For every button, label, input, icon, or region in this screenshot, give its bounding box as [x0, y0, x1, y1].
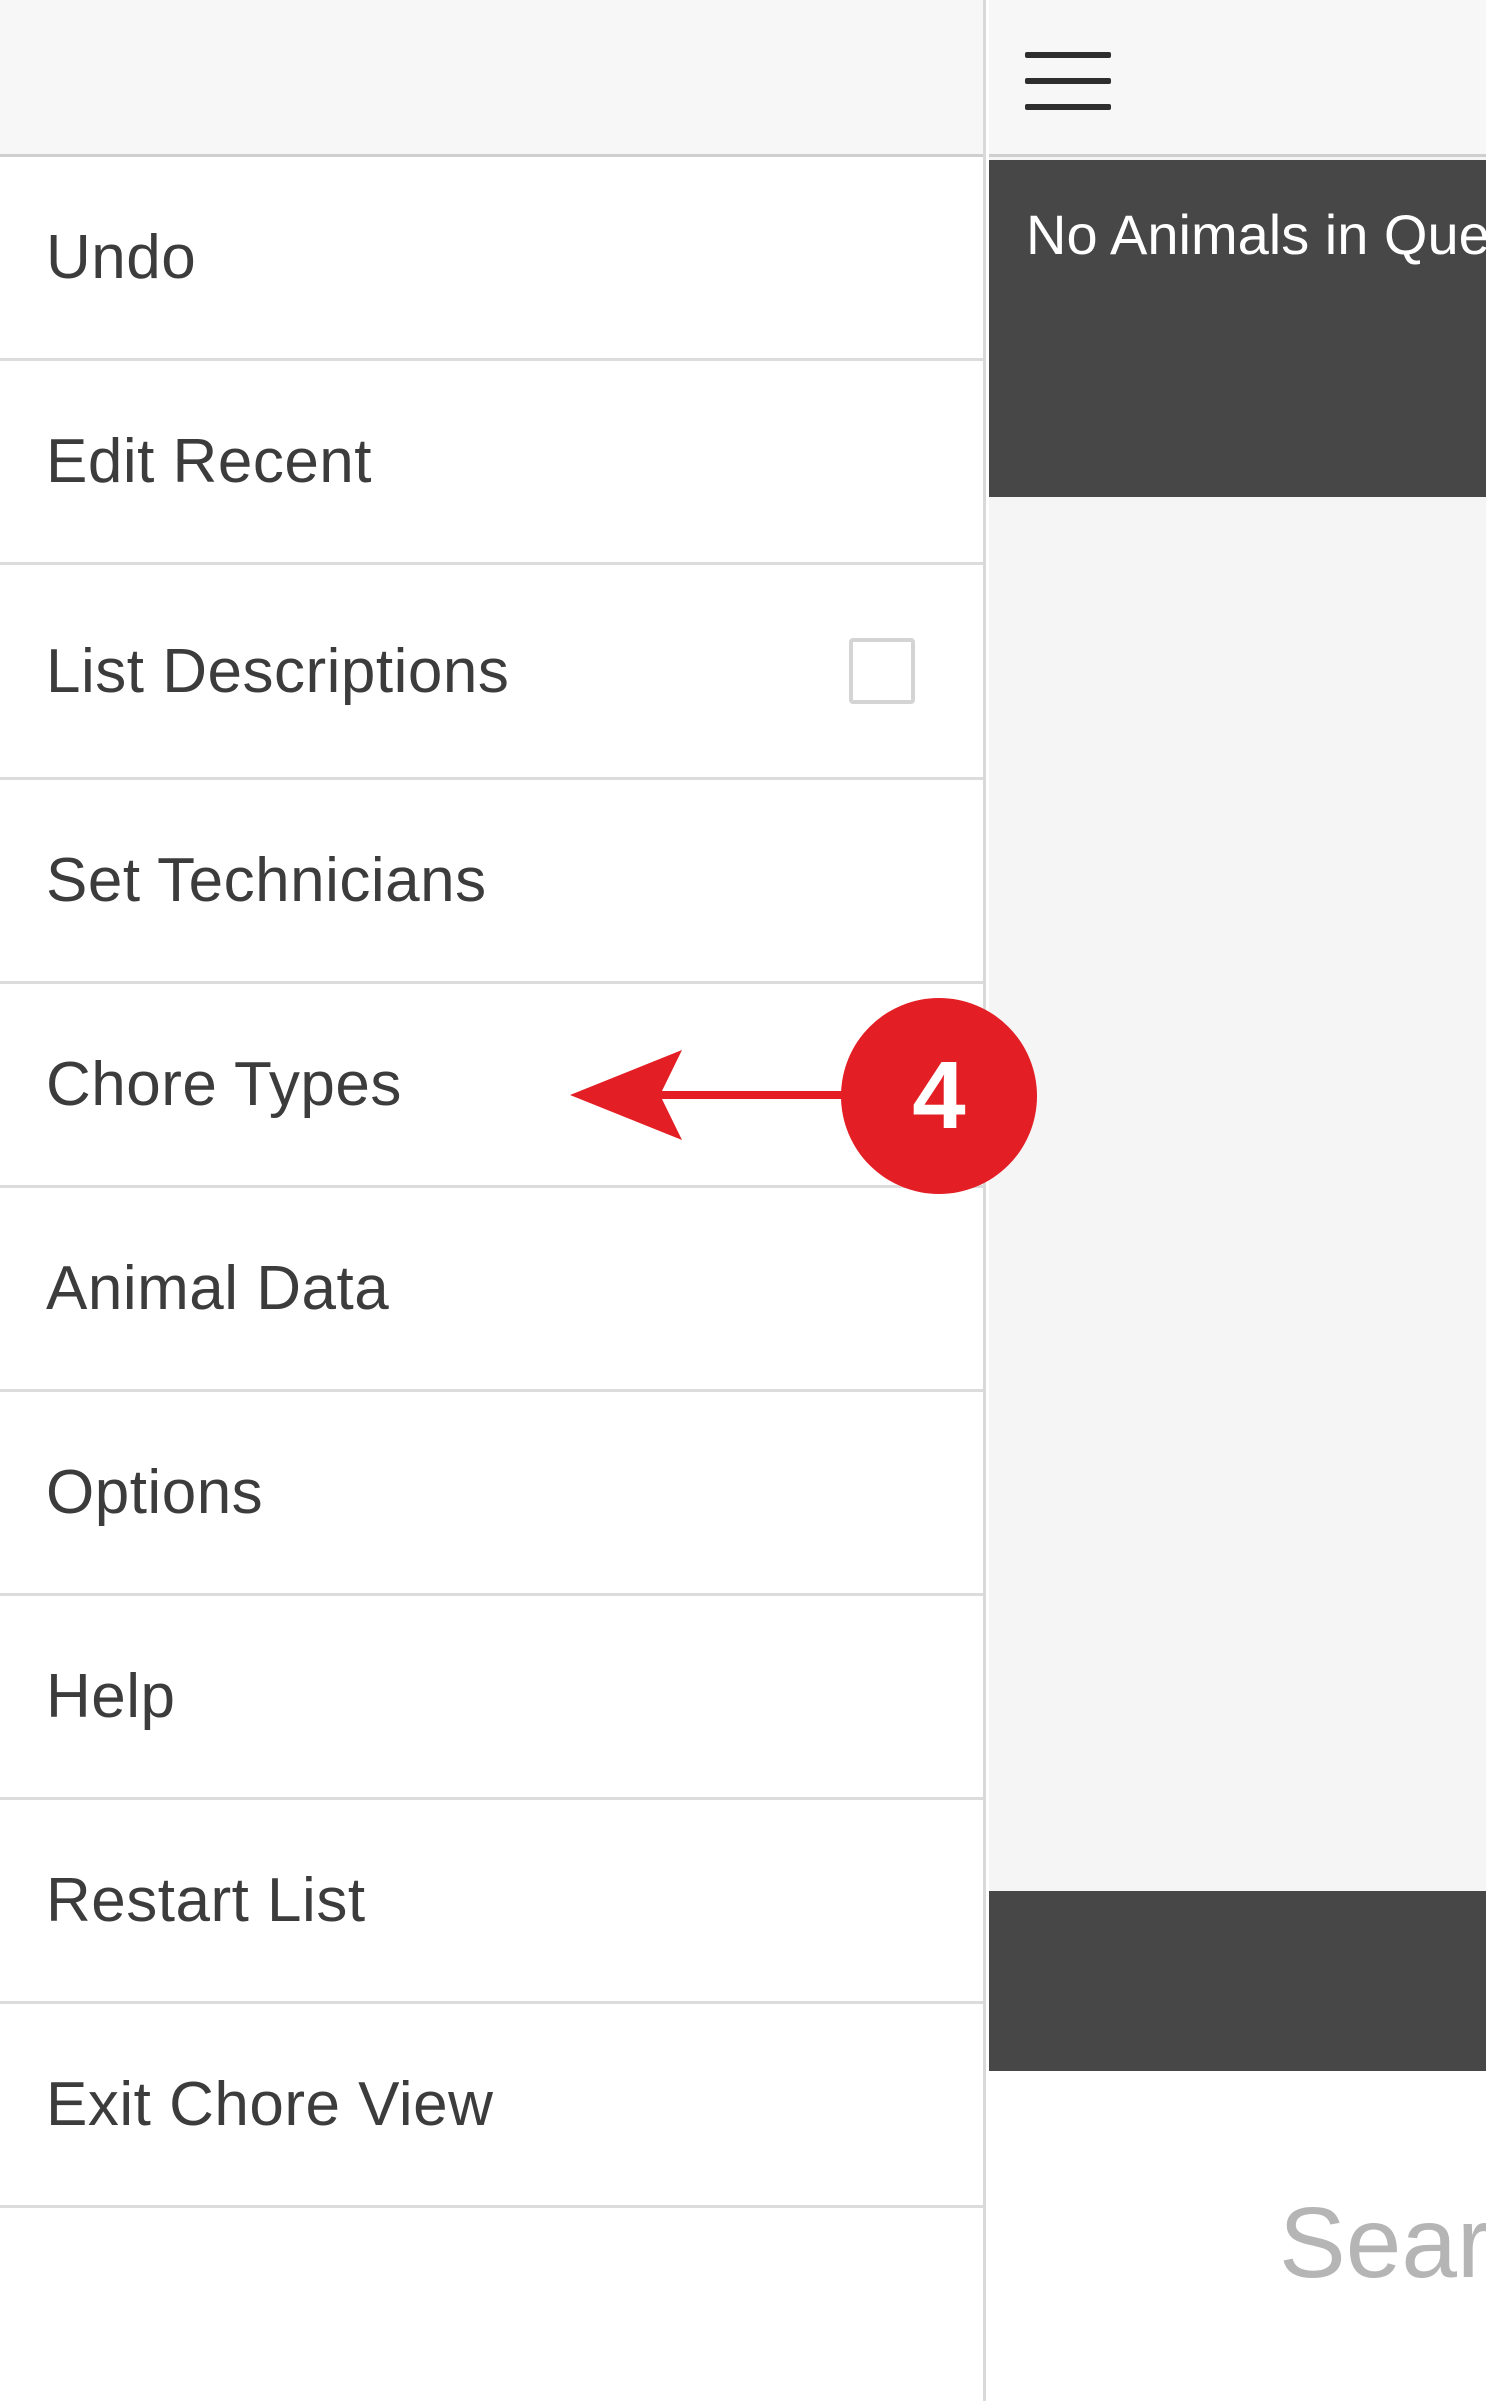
menu-item-label: Undo [46, 223, 197, 292]
top-app-bar [989, 0, 1486, 157]
navigation-drawer: Undo Edit Recent List Descriptions Set T… [0, 0, 986, 2401]
hamburger-line [1025, 52, 1111, 58]
menu-item-list-descriptions[interactable]: List Descriptions [0, 565, 983, 780]
menu-item-options[interactable]: Options [0, 1392, 983, 1596]
annotation-arrow-icon [570, 1050, 860, 1140]
menu-item-undo[interactable]: Undo [0, 157, 983, 361]
menu-item-help[interactable]: Help [0, 1596, 983, 1800]
menu-item-label: Help [46, 1662, 176, 1731]
menu-item-label: Restart List [46, 1866, 366, 1935]
drawer-header [0, 0, 983, 157]
hamburger-line [1025, 104, 1111, 110]
menu-item-label: Set Technicians [46, 846, 487, 915]
menu-item-exit-chore-view[interactable]: Exit Chore View [0, 2004, 983, 2208]
menu-item-label: Chore Types [46, 1050, 402, 1119]
menu-item-restart-list[interactable]: Restart List [0, 1800, 983, 2004]
menu-item-label: Exit Chore View [46, 2070, 494, 2139]
menu-item-label: Animal Data [46, 1254, 390, 1323]
hamburger-menu-icon[interactable] [1025, 50, 1111, 112]
hamburger-line [1025, 78, 1111, 84]
queue-status-text: No Animals in Que [1026, 203, 1486, 266]
queue-status-banner: No Animals in Que [989, 160, 1486, 497]
menu-item-label: Options [46, 1458, 264, 1527]
menu-item-label: List Descriptions [46, 636, 510, 706]
list-descriptions-checkbox[interactable] [849, 638, 915, 704]
search-area[interactable]: Searc [989, 2071, 1486, 2401]
menu-item-set-technicians[interactable]: Set Technicians [0, 780, 983, 984]
app-screen: Undo Edit Recent List Descriptions Set T… [0, 0, 1486, 2401]
main-content: No Animals in Que Searc [989, 0, 1486, 2401]
menu-item-label: Edit Recent [46, 427, 373, 496]
menu-item-animal-data[interactable]: Animal Data [0, 1188, 983, 1392]
search-label: Searc [1279, 2187, 1486, 2299]
bottom-toolbar [989, 1891, 1486, 2071]
step-number-badge: 4 [841, 998, 1037, 1194]
drawer-menu: Undo Edit Recent List Descriptions Set T… [0, 157, 983, 2208]
menu-item-edit-recent[interactable]: Edit Recent [0, 361, 983, 565]
